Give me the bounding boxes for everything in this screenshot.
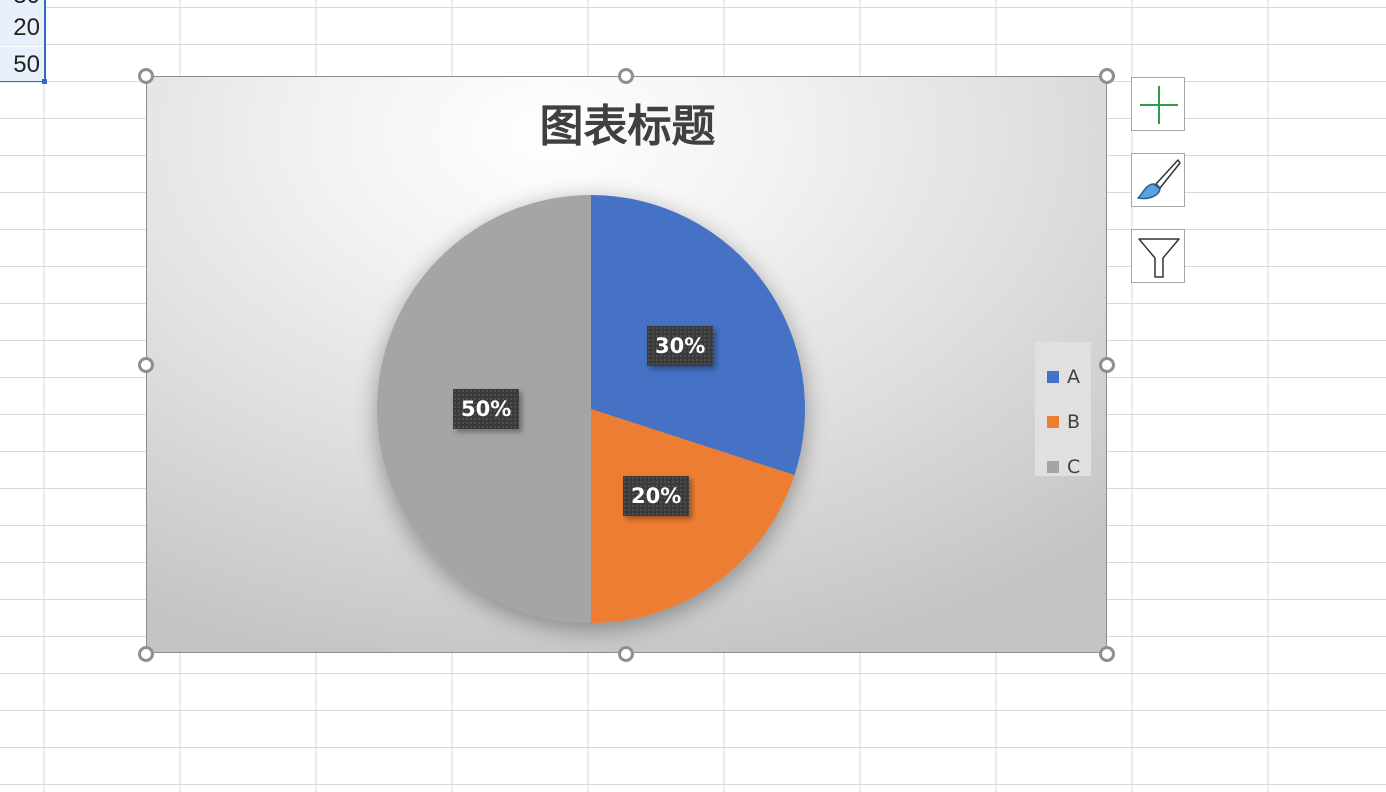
fill-handle[interactable] [42,79,47,84]
legend-swatch [1047,460,1059,473]
legend-swatch [1047,415,1059,428]
selected-range-border [44,0,46,82]
legend-swatch [1047,370,1059,383]
data-label-a[interactable]: 30% [647,326,714,366]
legend-entry-b[interactable]: B [1035,399,1091,444]
legend-label: C [1067,455,1081,478]
resize-handle-right[interactable] [1099,357,1115,373]
pie-chart[interactable] [147,77,1108,654]
paintbrush-icon [1137,159,1181,200]
chart-elements-button[interactable] [1131,77,1185,131]
chart-legend[interactable]: A B C [1035,342,1091,478]
filter-icon [1138,238,1180,278]
resize-handle-left[interactable] [138,357,154,373]
resize-handle-top-left[interactable] [138,68,154,84]
legend-entry-c[interactable]: C [1035,444,1091,489]
resize-handle-bottom[interactable] [618,646,634,662]
legend-entry-a[interactable]: A [1035,354,1091,399]
resize-handle-bottom-right[interactable] [1099,646,1115,662]
resize-handle-top[interactable] [618,68,634,84]
chart-styles-button[interactable] [1131,153,1185,207]
legend-label: B [1067,410,1081,433]
legend-label: A [1067,365,1080,388]
resize-handle-bottom-left[interactable] [138,646,154,662]
data-label-c[interactable]: 50% [453,389,520,429]
cell-value[interactable]: 20 [0,10,44,46]
plus-icon [1140,86,1178,124]
data-label-b[interactable]: 20% [623,476,690,516]
cell-value[interactable]: 50 [0,47,44,83]
selected-range-border [0,81,46,82]
resize-handle-top-right[interactable] [1099,68,1115,84]
chart-filters-button[interactable] [1131,229,1185,283]
chart-area[interactable]: 图表标题 30% 20% 50% A B C [146,76,1107,653]
